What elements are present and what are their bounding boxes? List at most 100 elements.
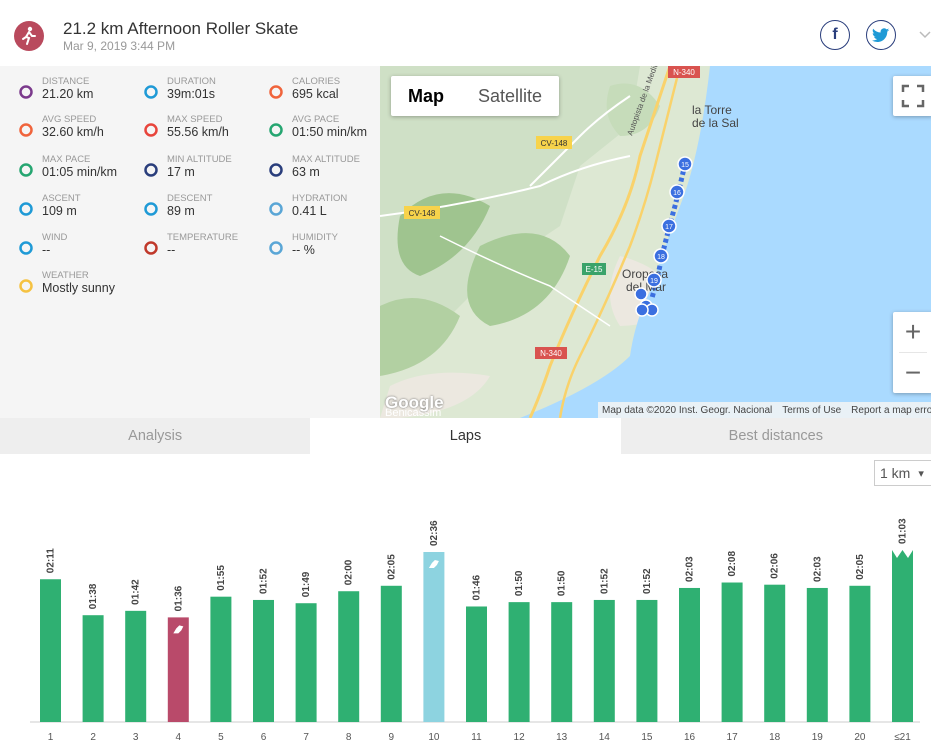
facebook-share-button[interactable]: f (820, 20, 850, 50)
lap-number-label: 4 (176, 732, 182, 743)
lap-number-label: 6 (261, 732, 267, 743)
lap-bar[interactable] (253, 599, 274, 722)
route-map[interactable]: N-340 CV-148 CV-148 E-15 N-340 Autopista… (380, 66, 931, 418)
lap-number-label: 9 (389, 732, 395, 743)
lap-time-label: 01:42 (131, 579, 142, 605)
lap-number-label: 12 (514, 732, 526, 743)
lap-number-label: 1 (48, 732, 54, 743)
lap-bar[interactable] (210, 596, 232, 722)
chevron-down-icon[interactable] (918, 24, 931, 44)
map-canvas: N-340 CV-148 CV-148 E-15 N-340 Autopista… (380, 66, 931, 418)
lap-bar[interactable] (806, 587, 828, 722)
mountain-icon (143, 162, 159, 178)
lap-time-label: 01:55 (216, 565, 227, 591)
lap-time-label: 02:03 (812, 556, 823, 582)
lap-number-label: 3 (133, 732, 139, 743)
lap-number-label: 15 (641, 732, 653, 743)
lap-bar[interactable] (892, 550, 913, 722)
lap-bar[interactable] (295, 603, 317, 722)
lap-time-label: 01:50 (514, 570, 525, 596)
lap-number-label: 16 (684, 732, 696, 743)
lap-bar[interactable] (593, 599, 615, 722)
drops-icon (268, 201, 284, 217)
mountain-icon (268, 162, 284, 178)
dropdown-arrow-icon: ▾ (918, 467, 924, 480)
stat-value: -- % (292, 243, 315, 257)
road-label-cv148-b: CV-148 (409, 209, 436, 218)
lap-bar[interactable] (721, 582, 743, 722)
zoom-out-button[interactable]: − (893, 353, 931, 393)
flame-icon (268, 84, 284, 100)
fullscreen-button[interactable] (893, 76, 931, 116)
map-type-map-button[interactable]: Map (391, 76, 461, 116)
lap-time-label: 02:00 (344, 559, 355, 585)
lap-bar[interactable] (679, 587, 700, 722)
route-marker-label: 15 (681, 162, 689, 169)
tab-laps[interactable]: Laps (310, 418, 621, 454)
lap-time-label: 01:03 (898, 518, 909, 544)
activity-date: Mar 9, 2019 3:44 PM (63, 39, 176, 53)
lap-bar[interactable] (636, 599, 658, 722)
lap-number-label: 2 (90, 732, 96, 743)
lap-time-label: 02:05 (386, 554, 397, 580)
lap-bar[interactable] (82, 615, 104, 722)
zoom-in-button[interactable]: + (893, 312, 931, 352)
tab-analysis[interactable]: Analysis (0, 418, 310, 454)
lap-bar[interactable] (551, 602, 573, 722)
lap-bar[interactable] (423, 552, 445, 722)
stat-value: 32.60 km/h (42, 125, 104, 139)
lap-distance-select[interactable]: 1 km ▾ (874, 460, 931, 486)
lap-bar[interactable] (380, 585, 402, 722)
lap-bar[interactable] (466, 606, 487, 722)
zoom-control: + − (893, 312, 931, 393)
analysis-tabs: Analysis Laps Best distances (0, 418, 931, 454)
twitter-icon (872, 27, 890, 42)
stat-value: -- (167, 243, 176, 257)
lap-bar[interactable] (125, 610, 147, 722)
lap-number-label: 17 (727, 732, 739, 743)
lap-number-label: 18 (769, 732, 781, 743)
descent-icon (143, 201, 159, 217)
lap-time-label: 02:05 (855, 554, 866, 580)
lap-number-label: ≤21 (894, 732, 911, 743)
lap-bar[interactable] (338, 591, 360, 722)
stat-value: 01:05 min/km (42, 165, 118, 179)
lap-time-label: 01:50 (557, 570, 568, 596)
lap-time-label: 02:06 (770, 553, 781, 579)
terms-of-use-link[interactable]: Terms of Use (782, 405, 841, 416)
twitter-share-button[interactable] (866, 20, 896, 50)
stat-label: HYDRATION (292, 193, 348, 204)
wind-icon (18, 240, 34, 256)
lap-number-label: 13 (556, 732, 568, 743)
road-label-cv148-a: CV-148 (541, 139, 568, 148)
lap-time-label: 01:52 (642, 568, 653, 594)
map-type-satellite-button[interactable]: Satellite (461, 76, 559, 116)
place-label-de-la-sal: de la Sal (692, 116, 739, 130)
stat-label: DESCENT (167, 193, 213, 204)
lap-time-label: 02:11 (46, 548, 57, 573)
ascent-icon (18, 201, 34, 217)
activity-title: 21.2 km Afternoon Roller Skate (63, 19, 299, 38)
stat-label: AVG SPEED (42, 114, 97, 125)
lap-number-label: 10 (428, 732, 440, 743)
fullscreen-icon (901, 84, 925, 108)
lap-bar[interactable] (40, 579, 61, 722)
route-marker[interactable] (635, 303, 649, 317)
route-marker[interactable] (634, 287, 648, 301)
lap-time-label: 01:49 (301, 571, 312, 597)
lap-number-label: 7 (303, 732, 309, 743)
sun-icon (18, 278, 34, 294)
stat-value: 21.20 km (42, 87, 94, 101)
report-map-error-link[interactable]: Report a map error (851, 405, 931, 416)
stat-label: MAX ALTITUDE (292, 154, 360, 165)
place-label-la-torre: la Torre (692, 103, 732, 117)
stat-label: WIND (42, 232, 68, 243)
lap-time-label: 02:03 (685, 556, 696, 582)
tab-best-distances[interactable]: Best distances (621, 418, 931, 454)
lap-bar[interactable] (508, 602, 530, 722)
stat-value: 55.56 km/h (167, 125, 229, 139)
lap-time-label: 01:36 (173, 585, 184, 611)
lap-bar[interactable] (764, 584, 786, 722)
road-label-n340-bottom: N-340 (540, 349, 562, 358)
lap-bar[interactable] (849, 585, 871, 722)
